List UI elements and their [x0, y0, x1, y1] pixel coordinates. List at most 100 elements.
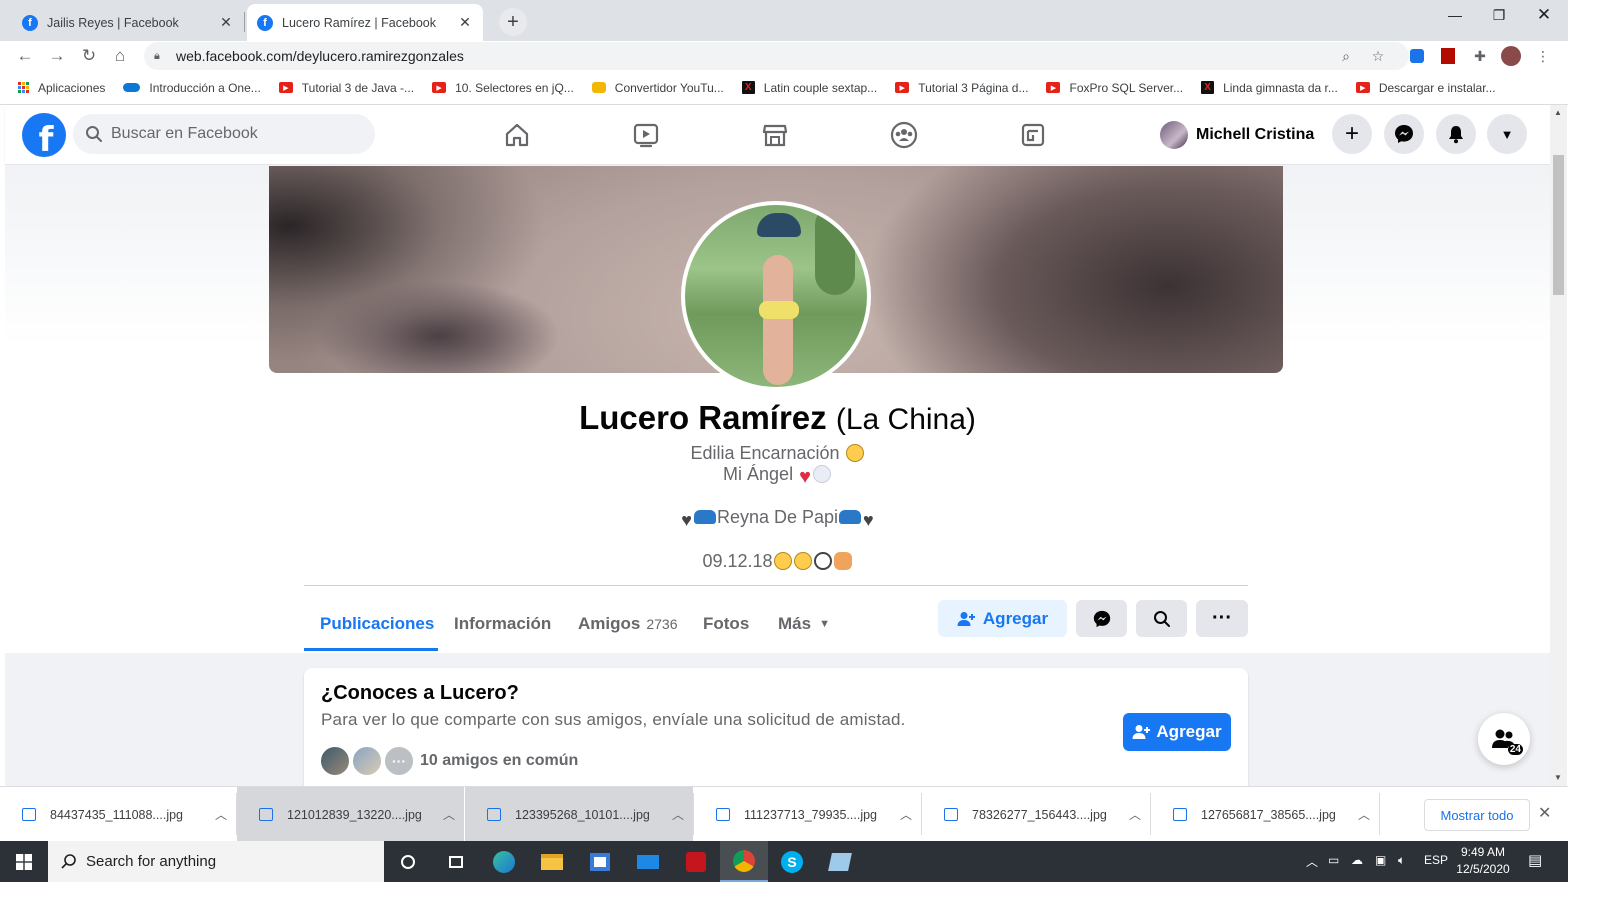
onedrive-tray-icon[interactable]: ☁ [1351, 853, 1363, 867]
bookmark-item[interactable]: X Linda gimnasta da r... [1201, 81, 1338, 95]
tab-fotos[interactable]: Fotos [687, 596, 765, 652]
scrollbar-thumb[interactable] [1553, 155, 1564, 295]
browser-menu-icon[interactable]: ⋮ [1533, 46, 1553, 66]
add-friend-button-card[interactable]: Agregar [1123, 713, 1231, 751]
download-filename: 78326277_156443....jpg [972, 807, 1107, 822]
tab-mas[interactable]: Más ▼ [762, 596, 846, 652]
app-icon[interactable] [816, 841, 864, 882]
scroll-down-icon[interactable]: ▼ [1554, 773, 1562, 782]
chevron-up-icon[interactable]: ︿ [206, 806, 236, 823]
bookmark-item[interactable]: ▶ Descargar e instalar... [1355, 81, 1496, 95]
scroll-up-icon[interactable]: ▲ [1554, 108, 1562, 117]
chrome-icon[interactable] [720, 841, 768, 882]
profile-picture[interactable] [681, 201, 871, 391]
download-item[interactable]: 111237713_79935....jpg ︿ [694, 787, 921, 842]
home-icon[interactable]: ⌂ [107, 43, 133, 69]
bookmark-item[interactable]: ▶ Tutorial 3 de Java -... [278, 81, 414, 95]
account-menu-chevron-icon[interactable]: ▼ [1487, 114, 1527, 154]
edge-icon[interactable] [480, 841, 528, 882]
back-icon[interactable]: ← [12, 43, 38, 69]
create-plus-icon[interactable]: + [1332, 114, 1372, 154]
display-icon[interactable]: ▣ [1375, 853, 1386, 867]
tray-chevron-up-icon[interactable]: ︿ [1306, 853, 1318, 870]
clock[interactable]: 9:49 AM 12/5/2020 [1448, 844, 1518, 878]
new-tab-button[interactable]: + [499, 8, 527, 36]
windows-start-icon[interactable] [0, 841, 48, 882]
groups-nav-icon[interactable] [886, 117, 922, 153]
skype-icon[interactable]: S [768, 841, 816, 882]
extensions-puzzle-icon[interactable]: ✚ [1470, 46, 1490, 66]
more-mutual-icon[interactable]: ··· [383, 745, 415, 777]
facebook-logo-icon[interactable]: f [22, 113, 66, 157]
store-icon[interactable] [576, 841, 624, 882]
divider [1379, 793, 1380, 835]
watch-nav-icon[interactable] [628, 117, 664, 153]
message-button[interactable] [1076, 600, 1127, 637]
language-indicator[interactable]: ESP [1424, 853, 1448, 867]
download-item[interactable]: 123395268_10101....jpg ︿ [465, 787, 693, 842]
close-window-icon[interactable]: ✕ [1521, 0, 1567, 30]
bookmark-item[interactable]: Convertidor YouTu... [591, 81, 724, 95]
volume-icon[interactable]: 🔈︎ [1398, 853, 1405, 868]
bookmark-item[interactable]: ▶ Tutorial 3 Página d... [895, 81, 1028, 95]
add-friend-button[interactable]: Agregar [938, 600, 1067, 637]
bookmark-item[interactable]: Aplicaciones [18, 81, 105, 95]
browser-tab-jailis[interactable]: f Jailis Reyes | Facebook ✕ [12, 4, 244, 41]
bookmark-star-icon[interactable]: ☆ [1368, 46, 1388, 66]
network-icon[interactable]: ▭ [1328, 853, 1339, 867]
cortana-icon[interactable] [384, 841, 432, 882]
profile-avatar-icon[interactable] [1501, 46, 1521, 66]
bookmark-item[interactable]: X Latin couple sextap... [741, 81, 877, 95]
chevron-up-icon[interactable]: ︿ [1120, 806, 1150, 823]
show-all-downloads-button[interactable]: Mostrar todo [1424, 799, 1530, 831]
avatar[interactable] [351, 745, 383, 777]
bookmark-item[interactable]: ▶ FoxPro SQL Server... [1046, 81, 1183, 95]
download-item[interactable]: 78326277_156443....jpg ︿ [922, 787, 1150, 842]
chevron-up-icon[interactable]: ︿ [1349, 806, 1379, 823]
pdf-extension-icon[interactable] [1438, 46, 1458, 66]
close-tab-icon[interactable]: ✕ [457, 14, 473, 31]
chevron-up-icon[interactable]: ︿ [891, 806, 921, 823]
mutual-friends-link[interactable]: 10 amigos en común [420, 752, 578, 770]
chevron-up-icon[interactable]: ︿ [663, 806, 693, 823]
download-item[interactable]: 121012839_13220....jpg ︿ [237, 787, 464, 842]
download-item[interactable]: 84437435_111088....jpg ︿ [0, 787, 236, 842]
tab-amigos[interactable]: Amigos 2736 [562, 596, 694, 652]
facebook-search-input[interactable]: Buscar en Facebook [73, 114, 375, 154]
zoom-icon[interactable]: ⌕ [1336, 46, 1356, 66]
close-download-bar-icon[interactable]: ✕ [1538, 803, 1551, 823]
task-view-icon[interactable] [432, 841, 480, 882]
browser-tab-lucero[interactable]: f Lucero Ramírez | Facebook ✕ [247, 4, 483, 41]
tab-informacion[interactable]: Información [438, 596, 567, 652]
restore-window-icon[interactable]: ❐ [1476, 0, 1522, 30]
avatar[interactable] [319, 745, 351, 777]
close-tab-icon[interactable]: ✕ [218, 14, 234, 31]
marketplace-nav-icon[interactable] [757, 117, 793, 153]
download-item[interactable]: 127656817_38565....jpg ︿ [1151, 787, 1379, 842]
bookmark-item[interactable]: ▶ 10. Selectores en jQ... [432, 81, 574, 95]
page-scrollbar[interactable]: ▲ ▼ [1550, 105, 1567, 786]
user-profile-chip[interactable]: Michell Cristina [1160, 117, 1314, 153]
address-bar[interactable]: 🔒︎ web.facebook.com/deylucero.ramirezgon… [144, 42, 1409, 70]
extension-blue-icon[interactable] [1407, 46, 1427, 66]
contacts-chat-button[interactable]: 24 [1478, 713, 1530, 765]
taskbar-search-input[interactable]: Search for anything [48, 841, 384, 882]
tab-label: Amigos [578, 614, 641, 633]
messenger-icon[interactable] [1384, 114, 1424, 154]
photo-palm [815, 205, 855, 295]
home-nav-icon[interactable] [499, 117, 535, 153]
mail-icon[interactable] [624, 841, 672, 882]
acrobat-icon[interactable] [672, 841, 720, 882]
tab-publicaciones[interactable]: Publicaciones [304, 596, 450, 652]
bookmark-item[interactable]: Introducción a One... [123, 81, 261, 95]
profile-search-button[interactable] [1136, 600, 1187, 637]
notifications-bell-icon[interactable] [1436, 114, 1476, 154]
gaming-nav-icon[interactable] [1015, 117, 1051, 153]
more-options-button[interactable]: ··· [1196, 600, 1248, 637]
file-explorer-icon[interactable] [528, 841, 576, 882]
minimize-window-icon[interactable]: — [1432, 0, 1478, 30]
forward-icon[interactable]: → [44, 43, 70, 69]
chevron-up-icon[interactable]: ︿ [434, 806, 464, 823]
reload-icon[interactable]: ↻ [76, 43, 102, 69]
action-center-icon[interactable]: ▤ [1528, 851, 1542, 869]
